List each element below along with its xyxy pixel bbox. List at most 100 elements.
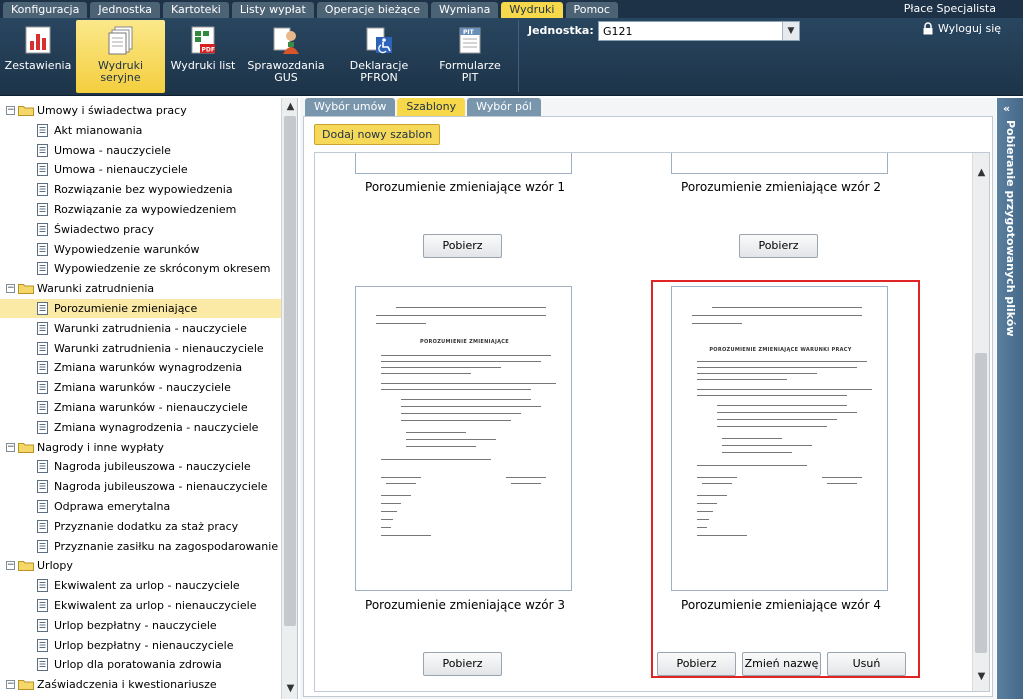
tab-wybor-pol[interactable]: Wybór pól	[467, 98, 541, 116]
collapse-icon[interactable]: −	[6, 561, 15, 571]
document-icon	[37, 401, 48, 414]
downloads-side-panel[interactable]: « Pobieranie przygotowanych plików	[997, 98, 1023, 699]
tree-item[interactable]: Ekwiwalent za urlop - nauczyciele	[0, 576, 281, 595]
main-content: Wybór umów Szablony Wybór pól Dodaj nowy…	[300, 98, 996, 699]
scroll-up-icon[interactable]: ▲	[282, 99, 297, 115]
scroll-down-icon[interactable]: ▼	[282, 681, 297, 697]
template-preview-4[interactable]: POROZUMIENIE ZMIENIAJĄCE WARUNKI PRACY	[671, 286, 888, 591]
document-icon	[37, 143, 48, 157]
tree-folder[interactable]: − Warunki zatrudnienia	[0, 279, 281, 298]
document-icon	[37, 222, 48, 236]
tree-item[interactable]: Rozwiązanie za wypowiedzeniem	[0, 200, 281, 219]
tree-item[interactable]: Nagroda jubileuszowa - nauczyciele	[0, 457, 281, 476]
collapse-icon[interactable]: −	[6, 106, 15, 115]
tree-item[interactable]: Warunki zatrudnienia - nienauczyciele	[0, 339, 281, 358]
menu-jednostka[interactable]: Jednostka	[90, 2, 161, 18]
tree-item-label: Umowa - nienauczyciele	[54, 163, 188, 177]
tree-item[interactable]: Przyznanie dodatku za staż pracy	[0, 517, 281, 536]
zestawienia-button[interactable]: Zestawienia	[2, 20, 74, 93]
tree-item[interactable]: Rozwiązanie bez wypowiedzenia	[0, 180, 281, 199]
document-icon	[37, 361, 48, 375]
tree-item[interactable]: Umowa - nienauczyciele	[0, 160, 281, 179]
collapse-icon[interactable]: −	[6, 284, 15, 294]
tree-item[interactable]: Wypowiedzenie warunków	[0, 240, 281, 259]
tree-item[interactable]: Ekwiwalent za urlop - nienauczyciele	[0, 596, 281, 615]
tree-item[interactable]: Urlop dla poratowania zdrowia	[0, 655, 281, 674]
tree-item[interactable]: Przyznanie zasiłku na zagospodarowanie	[0, 537, 281, 556]
download-button-2[interactable]: Pobierz	[739, 234, 818, 258]
unit-select-value: G121	[603, 25, 633, 38]
preview-line	[697, 361, 867, 362]
sprawozdania-gus-button[interactable]: Sprawozdania GUS	[246, 20, 326, 93]
formularze-pit-button[interactable]: PIT Formularze PIT	[430, 20, 510, 93]
menu-konfiguracja[interactable]: Konfiguracja	[3, 2, 88, 18]
tree-item[interactable]: Nagroda jubileuszowa - nienauczyciele	[0, 477, 281, 496]
deklaracje-pfron-button[interactable]: Deklaracje PFRON	[338, 20, 420, 93]
tree-folder-label: Urlopy	[37, 559, 73, 573]
tree-item[interactable]: Zmiana warunków wynagrodzenia	[0, 358, 281, 377]
collapse-icon[interactable]: −	[6, 680, 15, 690]
preview-line	[697, 477, 737, 478]
gallery-scrollbar[interactable]: ▲ ▼	[972, 153, 989, 691]
tree-item[interactable]: Urlop bezpłatny - nauczyciele	[0, 616, 281, 635]
tab-wybor-umow[interactable]: Wybór umów	[305, 98, 396, 116]
tree-folder[interactable]: − Zaświadczenia i kwestionariusze	[0, 675, 281, 694]
document-icon	[37, 658, 48, 672]
download-button-3[interactable]: Pobierz	[423, 652, 502, 676]
tree-folder[interactable]: − Umowy i świadectwa pracy	[0, 101, 281, 120]
preview-line	[717, 426, 827, 427]
preview-line	[381, 503, 401, 504]
preview-heading: POROZUMIENIE ZMIENIAJĄCE WARUNKI PRACY	[709, 347, 852, 353]
wydruki-list-button[interactable]: PDF Wydruki list	[168, 20, 238, 93]
menu-listy-wyplat[interactable]: Listy wypłat	[231, 2, 314, 18]
template-preview-2[interactable]	[671, 153, 888, 174]
tree-item[interactable]: Odprawa emerytalna	[0, 497, 281, 516]
tree-scrollbar[interactable]: ▲ ▼	[281, 98, 297, 699]
tree-folder[interactable]: − Nagrody i inne wypłaty	[0, 438, 281, 457]
tree-item[interactable]: Umowa - nauczyciele	[0, 141, 281, 160]
menu-operacje-biezace[interactable]: Operacje bieżące	[316, 2, 428, 18]
tree-item[interactable]: Zmiana wynagrodzenia - nauczyciele	[0, 418, 281, 437]
template-gallery: Porozumienie zmieniające wzór 1 Pobierz …	[314, 152, 990, 692]
tree-item-label: Urlop bezpłatny - nauczyciele	[54, 618, 217, 632]
tree-item-label: Nagroda jubileuszowa - nauczyciele	[54, 460, 251, 474]
tree-item[interactable]: Porozumienie zmieniające	[0, 299, 281, 318]
tree-item[interactable]: Zmiana warunków - nienauczyciele	[0, 398, 281, 417]
menu-wymiana[interactable]: Wymiana	[430, 2, 499, 18]
rename-button-4[interactable]: Zmień nazwę	[742, 652, 821, 676]
tree-item[interactable]: Urlop bezpłatny - nienauczyciele	[0, 636, 281, 655]
chevron-down-icon[interactable]: ▼	[782, 22, 799, 40]
menu-wydruki[interactable]: Wydruki	[501, 2, 563, 18]
document-icon	[37, 638, 48, 652]
template-card-1: Porozumienie zmieniające wzór 1 Pobierz	[335, 153, 635, 263]
logout-button[interactable]: Wyloguj się	[922, 22, 1001, 35]
gallery-scroll-thumb[interactable]	[975, 353, 987, 653]
preview-line	[381, 535, 431, 536]
template-preview-1[interactable]	[355, 153, 572, 174]
tree-item[interactable]: Wypowiedzenie ze skróconym okresem	[0, 259, 281, 278]
delete-button-4[interactable]: Usuń	[827, 652, 906, 676]
tab-szablony[interactable]: Szablony	[397, 98, 466, 116]
menu-kartoteki[interactable]: Kartoteki	[163, 2, 229, 18]
tree-item[interactable]: Świadectwo pracy	[0, 220, 281, 239]
tree-item[interactable]: Akt mianowania	[0, 121, 281, 140]
menu-pomoc[interactable]: Pomoc	[565, 2, 618, 18]
preview-line	[506, 477, 546, 478]
download-button-1[interactable]: Pobierz	[423, 234, 502, 258]
download-button-4[interactable]: Pobierz	[657, 652, 736, 676]
unit-select[interactable]: G121 ▼	[598, 21, 800, 41]
add-template-button[interactable]: Dodaj nowy szablon	[314, 124, 441, 145]
template-preview-3[interactable]: POROZUMIENIE ZMIENIAJĄCE	[355, 286, 572, 591]
tree-item[interactable]: Warunki zatrudnienia - nauczyciele	[0, 319, 281, 338]
wydruki-seryjne-button[interactable]: Wydruki seryjne	[76, 20, 165, 93]
collapse-icon[interactable]: −	[6, 442, 15, 452]
scroll-up-icon[interactable]: ▲	[973, 165, 989, 181]
tree-item[interactable]: Zmiana warunków - nauczyciele	[0, 378, 281, 397]
scroll-down-icon[interactable]: ▼	[973, 669, 989, 685]
preview-line	[376, 315, 546, 316]
tree-scroll-thumb[interactable]	[284, 116, 296, 626]
expand-panel-icon[interactable]: «	[1003, 102, 1010, 115]
preview-line	[692, 323, 742, 324]
preview-line	[381, 389, 531, 390]
tree-folder[interactable]: − Urlopy	[0, 556, 281, 575]
